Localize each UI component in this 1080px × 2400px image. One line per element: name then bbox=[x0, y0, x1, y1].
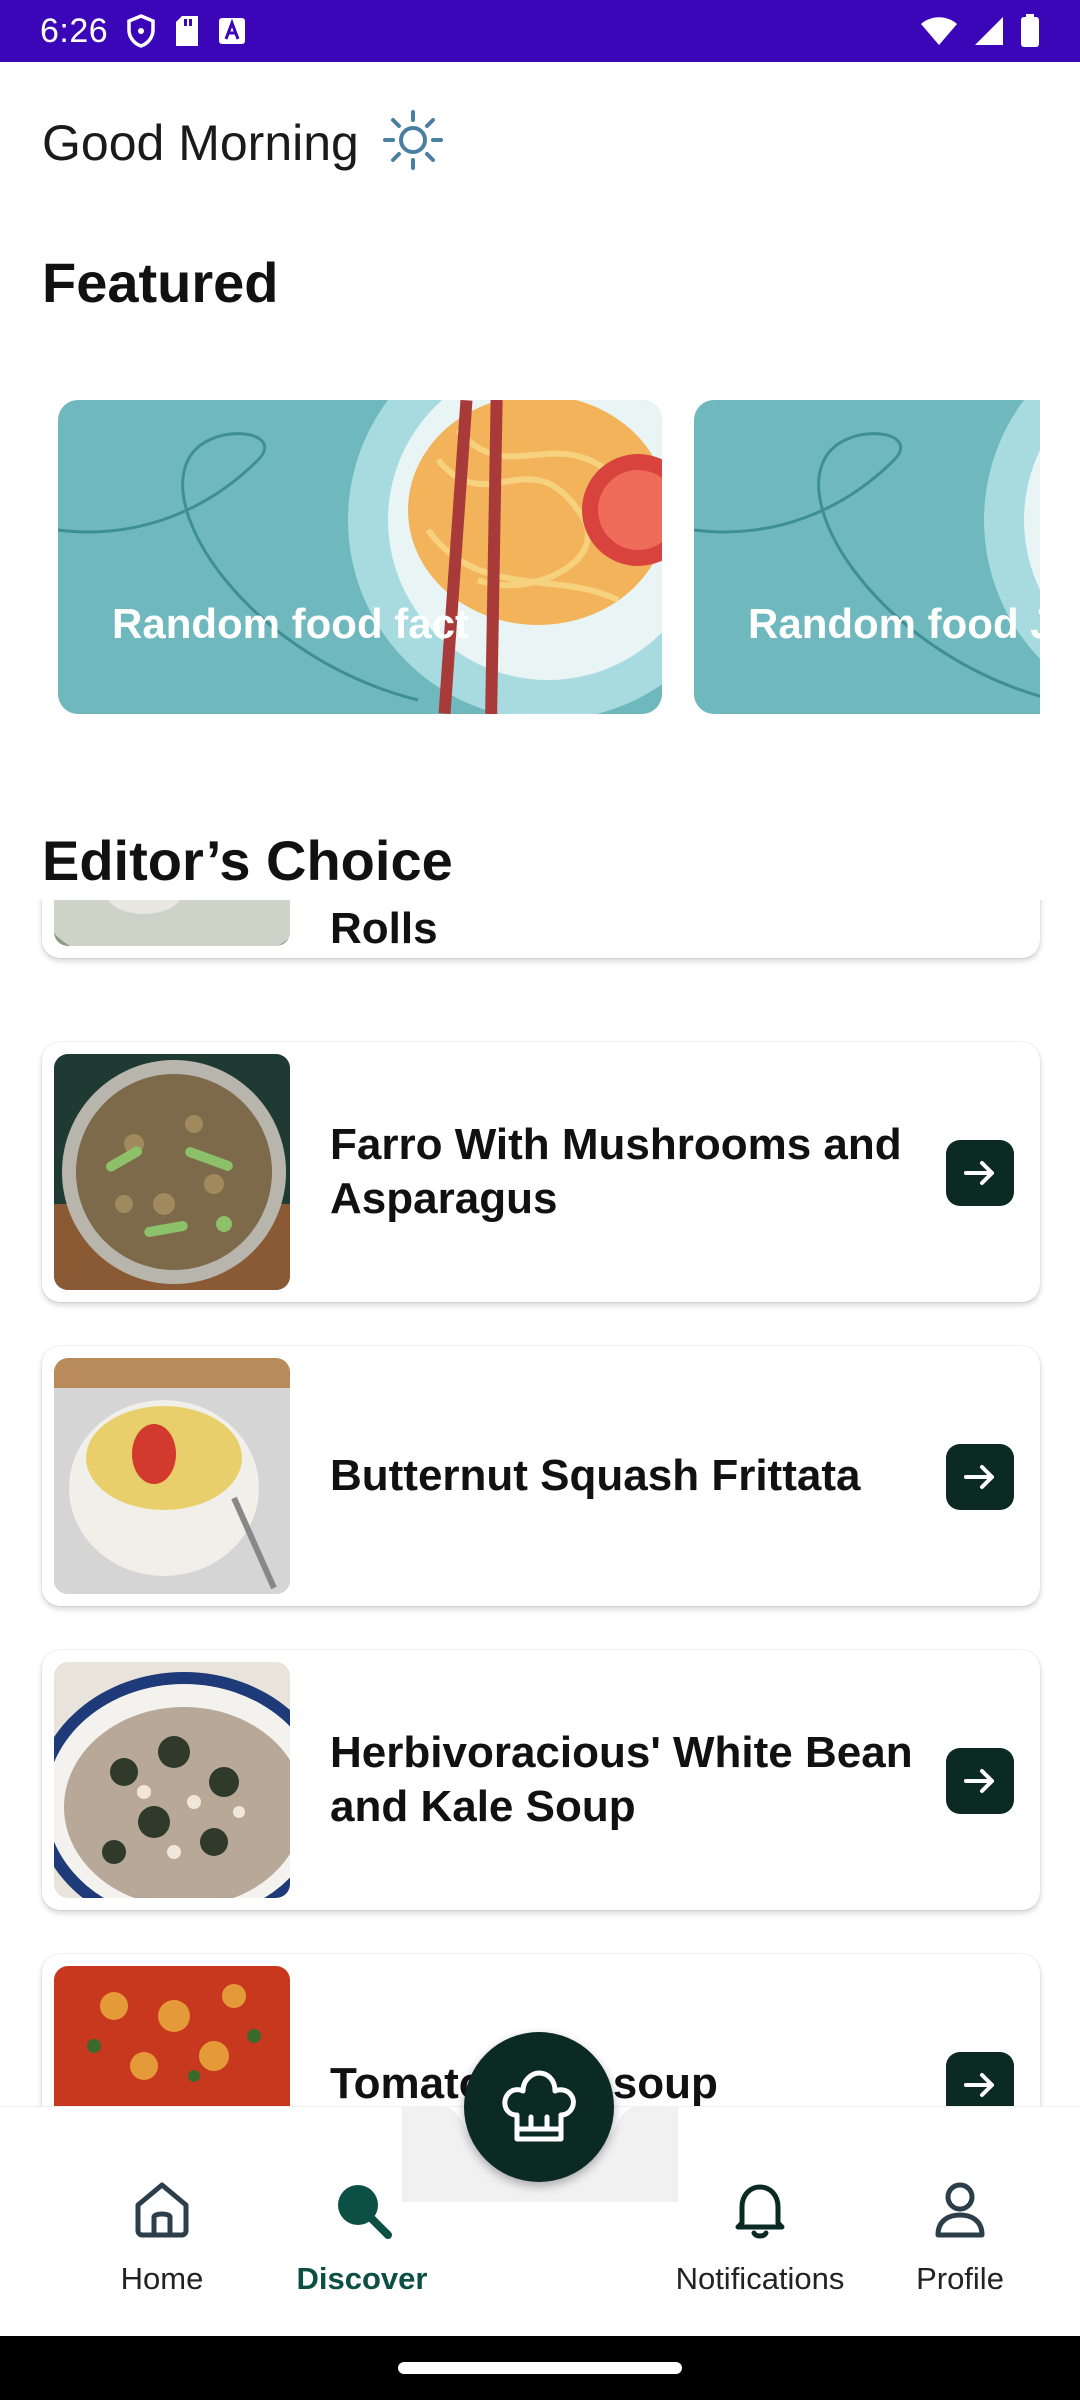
nav-label: Profile bbox=[916, 2261, 1004, 2296]
app-notification-icon bbox=[218, 17, 246, 45]
featured-card[interactable]: Random food J bbox=[694, 400, 1040, 714]
arrow-right-icon bbox=[964, 1769, 994, 1793]
nav-home[interactable]: Home bbox=[62, 2177, 262, 2297]
home-gesture-handle[interactable] bbox=[398, 2362, 682, 2374]
pasta-illustration bbox=[694, 400, 1040, 698]
open-recipe-button[interactable] bbox=[946, 1748, 1014, 1814]
chef-hat-icon bbox=[502, 2070, 576, 2142]
recipe-thumbnail bbox=[54, 1358, 290, 1594]
recipe-card[interactable]: Herbivoracious' White Bean and Kale Soup bbox=[42, 1650, 1040, 1910]
nav-label: Home bbox=[120, 2261, 204, 2296]
shield-icon bbox=[126, 14, 156, 48]
sd-card-icon bbox=[174, 15, 200, 47]
greeting-text: Good Morning bbox=[42, 114, 359, 171]
recipe-title: Rolls bbox=[330, 904, 438, 953]
arrow-right-icon bbox=[964, 1465, 994, 1489]
nav-notifications[interactable]: Notifications bbox=[660, 2177, 860, 2297]
recipe-card[interactable]: Butternut Squash Frittata bbox=[42, 1346, 1040, 1606]
recipe-thumbnail bbox=[54, 1662, 290, 1898]
featured-title: Featured bbox=[42, 251, 279, 314]
arrow-right-icon bbox=[964, 2073, 994, 2097]
status-time: 6:26 bbox=[40, 11, 109, 50]
open-recipe-button[interactable] bbox=[946, 2052, 1014, 2106]
arrow-right-icon bbox=[964, 1161, 994, 1185]
status-bar: 6:26 bbox=[0, 0, 1080, 62]
featured-card[interactable]: Random food fact bbox=[58, 400, 662, 714]
featured-card-label: Random food J bbox=[748, 600, 1040, 647]
recipe-title: Butternut Squash Frittata bbox=[330, 1451, 861, 1500]
nav-label: Notifications bbox=[675, 2261, 845, 2296]
wifi-icon bbox=[920, 16, 958, 46]
profile-icon bbox=[935, 2182, 985, 2238]
sun-icon bbox=[381, 108, 445, 177]
battery-icon bbox=[1020, 14, 1040, 48]
open-recipe-button[interactable] bbox=[946, 1140, 1014, 1206]
recipe-title: Farro With Mushrooms and Asparagus bbox=[330, 1120, 902, 1223]
signal-icon bbox=[974, 16, 1004, 46]
recipe-thumbnail bbox=[54, 1054, 290, 1290]
create-recipe-button[interactable] bbox=[464, 2032, 614, 2182]
home-icon bbox=[135, 2182, 189, 2238]
editors-choice-title: Editor’s Choice bbox=[42, 828, 1042, 893]
nav-label: Discover bbox=[296, 2261, 428, 2296]
recipe-title: Herbivoracious' White Bean and Kale Soup bbox=[330, 1728, 913, 1831]
system-navigation-bar bbox=[0, 2336, 1080, 2400]
featured-carousel[interactable]: Random food fact Random food J bbox=[0, 398, 1040, 718]
nav-profile[interactable]: Profile bbox=[860, 2177, 1060, 2297]
greeting: Good Morning bbox=[42, 108, 445, 177]
recipe-list[interactable]: Rolls Farro With Mushrooms and Asparagus bbox=[0, 900, 1080, 2106]
recipe-thumbnail bbox=[54, 1966, 290, 2106]
search-icon bbox=[338, 2185, 392, 2239]
pasta-illustration bbox=[58, 400, 662, 714]
recipe-card[interactable]: Farro With Mushrooms and Asparagus bbox=[42, 1042, 1040, 1302]
recipe-card[interactable]: Rolls bbox=[42, 900, 1040, 958]
recipe-thumbnail bbox=[54, 900, 290, 946]
open-recipe-button[interactable] bbox=[946, 1444, 1014, 1510]
featured-card-label: Random food fact bbox=[112, 600, 469, 647]
bell-icon bbox=[735, 2184, 785, 2239]
